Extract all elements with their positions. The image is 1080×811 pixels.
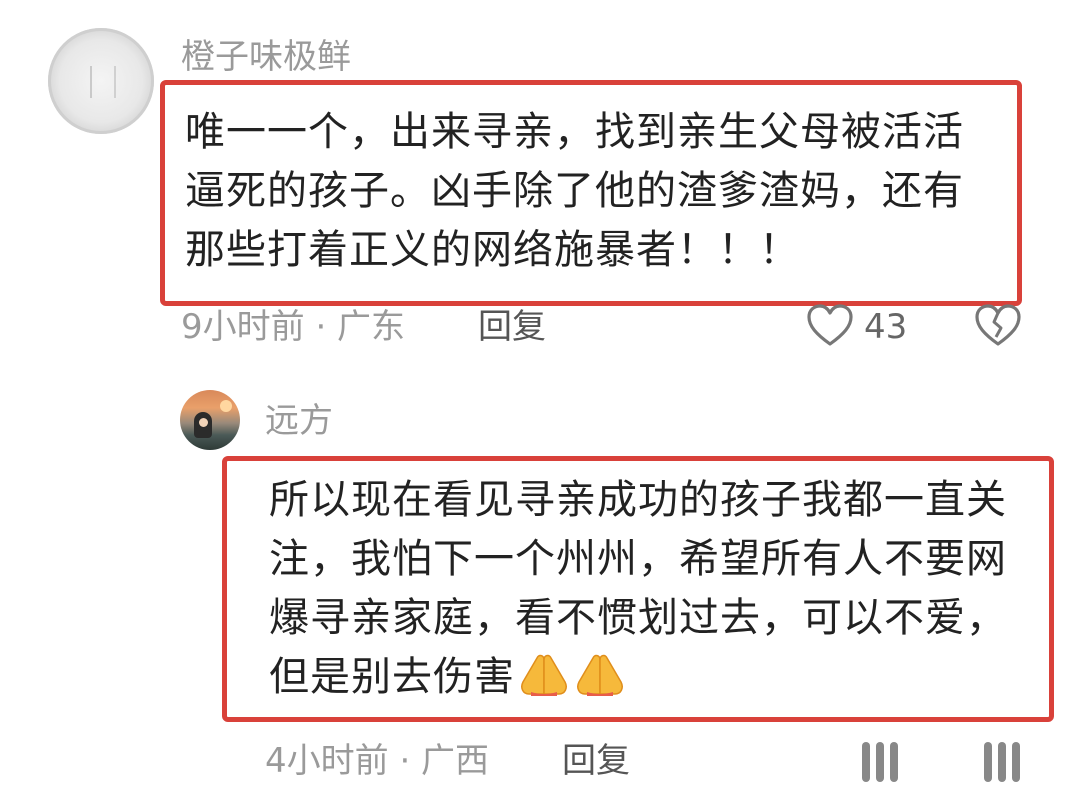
comment-highlight-box: 唯一一个，出来寻亲，找到亲生父母被活活逼死的孩子。凶手除了他的渣爹渣妈，还有那些… [160,80,1022,306]
partial-heart-icon[interactable] [860,738,900,784]
comment-text[interactable]: 所以现在看见寻亲成功的孩子我都一直关注，我怕下一个州州，希望所有人不要网爆寻亲家… [269,471,1029,707]
comment-username[interactable]: 远方 [265,404,333,438]
reply-button[interactable]: 回复 [478,310,546,344]
folded-hands-emoji [521,654,567,696]
comment-text[interactable]: 唯一一个，出来寻亲，找到亲生父母被活活逼死的孩子。凶手除了他的渣爹渣妈，还有那些… [185,103,997,280]
reply-button[interactable]: 回复 [562,744,630,778]
heart-outline-icon[interactable] [806,304,854,348]
broken-heart-icon[interactable] [974,304,1022,348]
figure-face [199,418,208,427]
folded-hands-emoji [577,654,623,696]
comment-meta: 4小时前 · 广西 [265,741,490,781]
avatar[interactable] [180,390,240,450]
avatar-mark [90,66,116,98]
comment-highlight-box: 所以现在看见寻亲成功的孩子我都一直关注，我怕下一个州州，希望所有人不要网爆寻亲家… [222,456,1054,722]
comment-meta: 9小时前 · 广东 [181,307,406,347]
like-count: 43 [864,307,908,347]
sun-shape [220,400,232,412]
comment-username[interactable]: 橙子味极鲜 [181,40,351,74]
partial-broken-heart-icon[interactable] [982,738,1022,784]
comment-text-body: 所以现在看见寻亲成功的孩子我都一直关注，我怕下一个州州，希望所有人不要网爆寻亲家… [269,477,1007,700]
avatar[interactable] [48,28,154,134]
